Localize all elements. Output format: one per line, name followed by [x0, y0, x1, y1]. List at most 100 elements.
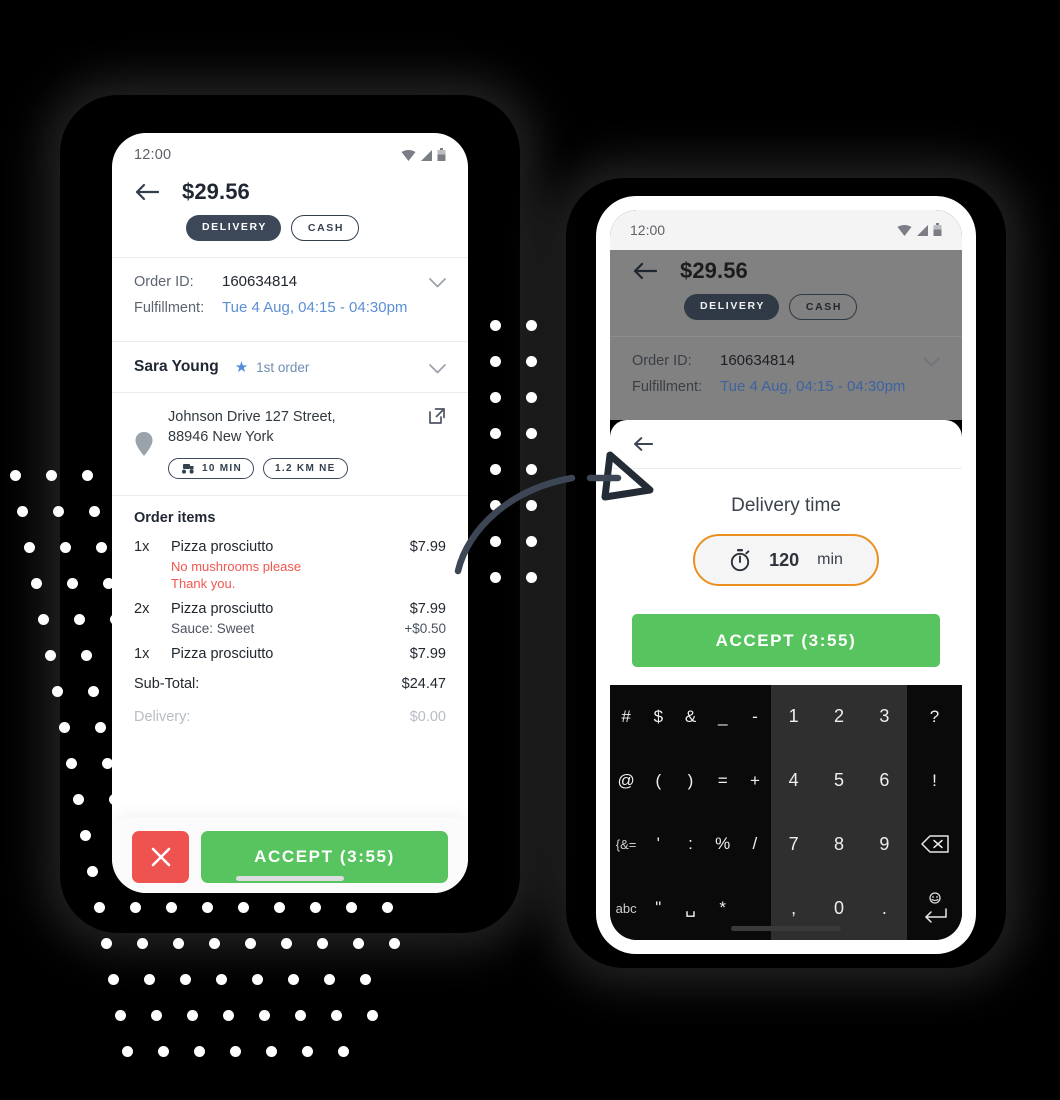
fulfillment-label: Fulfillment: [134, 300, 205, 316]
signal-icon [917, 224, 928, 236]
item-qty: 1x [134, 539, 150, 555]
subtotal-value: $24.47 [401, 676, 446, 692]
key-3[interactable]: 3 [862, 685, 907, 749]
key-[interactable]: + [739, 749, 771, 813]
key-[interactable]: $ [642, 685, 674, 749]
keyboard-row: 789 [771, 813, 907, 877]
back-arrow-icon[interactable] [134, 181, 160, 203]
enter-icon[interactable] [907, 876, 962, 940]
wifi-icon [401, 149, 416, 161]
order-id-row: Order ID: 160634814 [134, 273, 446, 290]
key-2[interactable]: 2 [816, 685, 861, 749]
key-6[interactable]: 6 [862, 749, 907, 813]
key-[interactable]: ) [674, 749, 706, 813]
battery-icon [933, 223, 942, 236]
item-price: $7.99 [409, 601, 446, 617]
order-item-row: 1x Pizza prosciutto $7.99 [134, 646, 446, 662]
keyboard-row: # $ & _ - [610, 685, 771, 749]
chip-cash[interactable]: CASH [788, 294, 858, 320]
scooter-icon [182, 464, 194, 474]
key-[interactable]: _ [707, 685, 739, 749]
accept-button[interactable]: ACCEPT (3:55) [632, 614, 940, 667]
back-arrow-icon[interactable] [632, 435, 656, 453]
key-[interactable]: - [739, 685, 771, 749]
customer-name: Sara Young [134, 358, 219, 375]
pill-eta[interactable]: 10 MIN [168, 458, 255, 479]
key-[interactable]: ␣ [674, 876, 706, 940]
address-pills: 10 MIN 1.2 KM NE [168, 458, 348, 479]
item-name: Pizza prosciutto [171, 601, 274, 617]
key-1[interactable]: 1 [771, 685, 816, 749]
key-[interactable]: / [739, 813, 771, 877]
signal-icon [421, 149, 432, 161]
order-amount: $29.56 [680, 258, 748, 283]
order-id-label: Order ID: [134, 274, 194, 290]
item-option-price: +$0.50 [404, 621, 446, 636]
fulfillment-value: Tue 4 Aug, 04:15 - 04:30pm [222, 299, 408, 316]
order-id-value: 160634814 [720, 352, 796, 369]
close-icon [151, 847, 170, 867]
right-phone-body: 12:00 $29.56 DELIVERY CASH Order ID: 160… [596, 196, 976, 954]
customer-block[interactable]: Sara Young ★ 1st order [112, 342, 468, 392]
key-[interactable]: @ [610, 749, 642, 813]
right-dimmed-order-header: $29.56 DELIVERY CASH Order ID: 160634814… [610, 250, 962, 420]
key-sym[interactable]: ? [907, 685, 962, 749]
delivery-time-input[interactable]: 120 min [693, 534, 879, 586]
order-items-section: Order items 1x Pizza prosciutto $7.99 No… [112, 496, 468, 666]
key-[interactable]: ( [642, 749, 674, 813]
key-8[interactable]: 8 [816, 813, 861, 877]
item-price: $7.99 [409, 646, 446, 662]
fulfillment-row: Fulfillment: Tue 4 Aug, 04:15 - 04:30pm [134, 299, 446, 316]
star-icon: ★ [234, 358, 249, 376]
back-arrow-icon[interactable] [632, 260, 658, 282]
key-[interactable]: & [674, 685, 706, 749]
keyboard-row: ! [907, 749, 962, 813]
backspace-icon[interactable] [907, 813, 962, 877]
chevron-down-icon[interactable] [429, 364, 446, 374]
key-[interactable]: = [707, 749, 739, 813]
key-[interactable]: " [642, 876, 674, 940]
fulfillment-label: Fulfillment: [632, 379, 703, 395]
order-type-chips: DELIVERY CASH [186, 215, 446, 241]
chip-delivery[interactable]: DELIVERY [186, 215, 281, 241]
key-num[interactable]: . [862, 876, 907, 940]
cancel-button[interactable] [132, 831, 189, 883]
sheet-header [610, 420, 962, 468]
key-[interactable]: # [610, 685, 642, 749]
key-7[interactable]: 7 [771, 813, 816, 877]
order-details-block[interactable]: Order ID: 160634814 Fulfillment: Tue 4 A… [112, 258, 468, 341]
pill-distance[interactable]: 1.2 KM NE [263, 458, 348, 479]
home-indicator [731, 926, 841, 931]
key-5[interactable]: 5 [816, 749, 861, 813]
keyboard-symbol-pad: # $ & _ - @() = + {&= ':% / abc " ␣ * [610, 685, 771, 940]
item-name: Pizza prosciutto [171, 646, 274, 662]
key-abc[interactable]: abc [610, 876, 642, 940]
keyboard-row: ? [907, 685, 962, 749]
keyboard-row: 456 [771, 749, 907, 813]
chip-delivery[interactable]: DELIVERY [684, 294, 779, 320]
key-[interactable]: : [674, 813, 706, 877]
external-link-icon[interactable] [428, 407, 446, 425]
chip-cash[interactable]: CASH [290, 215, 360, 241]
keyboard-function-column: ?! [907, 685, 962, 940]
delivery-time-unit: min [817, 551, 843, 568]
key-[interactable]: % [707, 813, 739, 877]
order-amount: $29.56 [182, 179, 250, 204]
keyboard-row: @() = + [610, 749, 771, 813]
key-[interactable]: ' [642, 813, 674, 877]
chevron-down-icon[interactable] [923, 357, 940, 367]
delivery-time-body: Delivery time 120 min ACCEPT (3:55) [610, 469, 962, 685]
key-9[interactable]: 9 [862, 813, 907, 877]
status-clock: 12:00 [134, 147, 172, 163]
item-price: $7.99 [409, 539, 446, 555]
total-row-subtotal: Sub-Total: $24.47 [134, 676, 446, 692]
address-line-2: 88946 New York [168, 429, 274, 445]
key-sym[interactable]: ! [907, 749, 962, 813]
item-option-row: Sauce: Sweet +$0.50 [171, 621, 446, 636]
chevron-down-icon[interactable] [429, 278, 446, 288]
order-details-block[interactable]: Order ID: 160634814 Fulfillment: Tue 4 A… [610, 337, 962, 420]
key-4[interactable]: 4 [771, 749, 816, 813]
key-[interactable]: {&= [610, 813, 642, 877]
numeric-keyboard: # $ & _ - @() = + {&= ':% / abc " ␣ * 123456789,0. ?! [610, 685, 962, 940]
fulfillment-value: Tue 4 Aug, 04:15 - 04:30pm [720, 378, 906, 395]
